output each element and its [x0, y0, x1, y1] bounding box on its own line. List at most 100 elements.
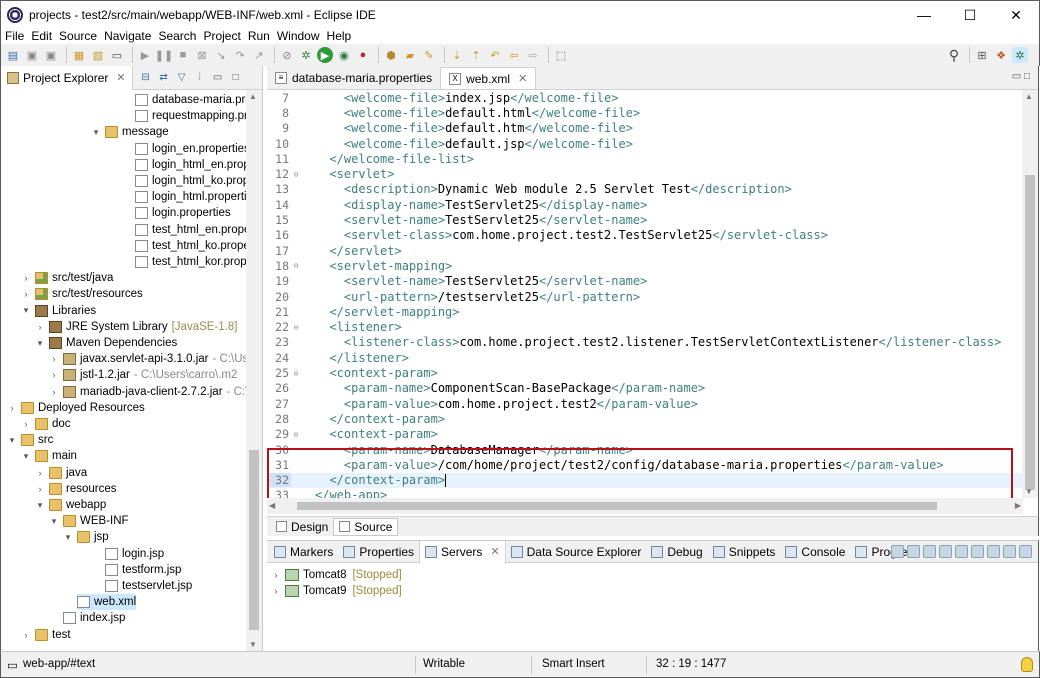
last-edit-icon[interactable]: ↶ [487, 47, 503, 63]
collapsed-chevron-icon[interactable]: › [49, 354, 59, 364]
collapse-all-icon[interactable]: ⊟ [139, 71, 153, 85]
code-line[interactable]: 20 <url-pattern>/testservlet25</url-patt… [267, 289, 1023, 304]
collapsed-chevron-icon[interactable]: › [21, 289, 31, 299]
tree-item[interactable]: › JRE System Library [JavaSE-1.8] [35, 319, 237, 335]
new-class-icon[interactable]: ✎ [421, 47, 437, 63]
code-line[interactable]: 27 <param-value>com.home.project.test2</… [267, 396, 1023, 411]
code-line[interactable]: 13 <description>Dynamic Web module 2.5 S… [267, 182, 1023, 197]
open-task-icon[interactable]: ▧ [90, 47, 106, 63]
tree-item[interactable]: test_html_en.propert [135, 222, 247, 238]
tree-item[interactable]: web.xml [77, 594, 137, 611]
fold-toggle-icon[interactable]: ⊖ [291, 261, 301, 270]
tab-debug[interactable]: Debug [646, 541, 707, 563]
close-icon[interactable]: ✕ [518, 72, 527, 85]
debug-perspective-icon[interactable]: ✲ [1012, 47, 1028, 63]
publish-icon[interactable] [971, 545, 984, 558]
expanded-chevron-icon[interactable]: ▾ [91, 127, 101, 138]
tab-properties[interactable]: Properties [338, 541, 419, 563]
menu-run[interactable]: Run [244, 29, 273, 43]
collapsed-chevron-icon[interactable]: › [271, 586, 281, 596]
tree-item[interactable]: testservlet.jsp [105, 578, 192, 594]
collapse-icon[interactable] [891, 545, 904, 558]
filter-icon[interactable]: ▽ [175, 71, 189, 85]
forward-icon[interactable]: ⇨ [525, 47, 541, 63]
new-package-icon[interactable]: ▰ [402, 47, 418, 63]
collapsed-chevron-icon[interactable]: › [21, 273, 31, 283]
tab-markers[interactable]: Markers [269, 541, 338, 563]
tab-design[interactable]: Design [271, 518, 333, 536]
minimize-view-icon[interactable]: ▭ [211, 71, 225, 85]
expanded-chevron-icon[interactable]: ▾ [21, 305, 31, 316]
fold-toggle-icon[interactable]: ⊖ [291, 369, 301, 378]
menu-file[interactable]: File [1, 29, 27, 43]
code-line[interactable]: 30 <param-name>DatabaseManager</param-na… [267, 442, 1023, 457]
open-type-icon[interactable]: ▦ [71, 47, 87, 63]
collapsed-chevron-icon[interactable]: › [35, 322, 45, 332]
tree-item[interactable]: ▾ jsp [63, 529, 109, 545]
tree-item[interactable]: ▾ main [21, 448, 77, 464]
open-perspective-icon[interactable]: ⊞ [974, 47, 990, 63]
profile-server-icon[interactable] [939, 545, 952, 558]
code-line[interactable]: 28 </context-param> [267, 411, 1023, 426]
previous-annotation-icon[interactable]: ⇡ [468, 47, 484, 63]
search-icon[interactable]: ⚲ [946, 47, 962, 63]
code-line[interactable]: 29 ⊖ <context-param> [267, 427, 1023, 442]
fold-toggle-icon[interactable]: ⊖ [291, 323, 301, 332]
collapsed-chevron-icon[interactable]: › [35, 484, 45, 494]
collapsed-chevron-icon[interactable]: › [35, 468, 45, 478]
tab-console[interactable]: Console [780, 541, 850, 563]
code-line[interactable]: 12 ⊖ <servlet> [267, 167, 1023, 182]
run-icon[interactable]: ▶ [317, 47, 333, 63]
code-line[interactable]: 17 </servlet> [267, 243, 1023, 258]
step-return-icon[interactable]: ↗ [251, 47, 267, 63]
expanded-chevron-icon[interactable]: ▾ [63, 532, 73, 543]
step-into-icon[interactable]: ↘ [213, 47, 229, 63]
step-over-icon[interactable]: ↷ [232, 47, 248, 63]
minimize-button[interactable]: — [901, 1, 947, 29]
tab-web-xml[interactable]: X web.xml ✕ [440, 67, 537, 89]
tree-item[interactable]: › src/test/java [21, 270, 113, 286]
resume-icon[interactable]: ▶ [137, 47, 153, 63]
skip-breakpoints-icon[interactable]: ⊘ [279, 47, 295, 63]
new-java-project-icon[interactable]: ⬢ [383, 47, 399, 63]
expanded-chevron-icon[interactable]: ▾ [35, 338, 45, 349]
scroll-up-icon[interactable]: ▲ [249, 92, 257, 101]
fold-toggle-icon[interactable]: ⊖ [291, 170, 301, 179]
tree-item[interactable]: requestmapping.pro [135, 108, 247, 124]
maximize-view-icon[interactable] [1019, 545, 1032, 558]
code-line[interactable]: 11 </welcome-file-list> [267, 151, 1023, 166]
tree-item[interactable]: ▾ src [7, 432, 53, 448]
save-icon[interactable]: ▣ [24, 47, 40, 63]
scrollbar-thumb[interactable] [1025, 175, 1035, 490]
code-line[interactable]: 23 <listener-class>com.home.project.test… [267, 335, 1023, 350]
disconnect-icon[interactable]: ⊠ [194, 47, 210, 63]
tab-project-explorer[interactable]: Project Explorer ✕ [1, 65, 133, 90]
stop-server-icon[interactable] [955, 545, 968, 558]
code-line[interactable]: 7 <welcome-file>index.jsp</welcome-file> [267, 90, 1023, 105]
tab-servers[interactable]: Servers ✕ [419, 540, 506, 563]
save-all-icon[interactable]: ▣ [43, 47, 59, 63]
debug-icon[interactable]: ✲ [298, 47, 314, 63]
pin-editor-icon[interactable]: ⬚ [553, 47, 569, 63]
editor-horizontal-scrollbar[interactable]: ◀ ▶ [267, 498, 1023, 514]
expanded-chevron-icon[interactable]: ▾ [35, 500, 45, 511]
tree-item[interactable]: login_en.properties [135, 141, 247, 157]
tab-data-source-explorer[interactable]: Data Source Explorer [506, 541, 647, 563]
tip-lightbulb-icon[interactable] [1021, 657, 1033, 672]
close-icon[interactable]: ✕ [116, 71, 125, 84]
tree-item[interactable]: testform.jsp [105, 562, 181, 578]
tree-item[interactable]: › javax.servlet-api-3.1.0.jar - C:\Us [49, 351, 247, 367]
tree-item[interactable]: › jstl-1.2.jar - C:\Users\carro\.m2 [49, 367, 237, 383]
menu-project[interactable]: Project [199, 29, 243, 43]
code-line[interactable]: 16 <servlet-class>com.home.project.test2… [267, 228, 1023, 243]
scroll-down-icon[interactable]: ▼ [1025, 487, 1033, 496]
tree-item[interactable]: › doc [21, 416, 71, 432]
new-icon[interactable]: ▤ [5, 47, 21, 63]
tree-item[interactable]: › test [21, 627, 71, 643]
tree-item[interactable]: index.jsp [63, 610, 125, 626]
tree-item[interactable]: › Deployed Resources [7, 400, 145, 416]
code-line[interactable]: 25 ⊖ <context-param> [267, 365, 1023, 380]
next-annotation-icon[interactable]: ⇣ [449, 47, 465, 63]
scroll-right-icon[interactable]: ▶ [1015, 501, 1021, 510]
scrollbar-thumb[interactable] [249, 450, 259, 630]
